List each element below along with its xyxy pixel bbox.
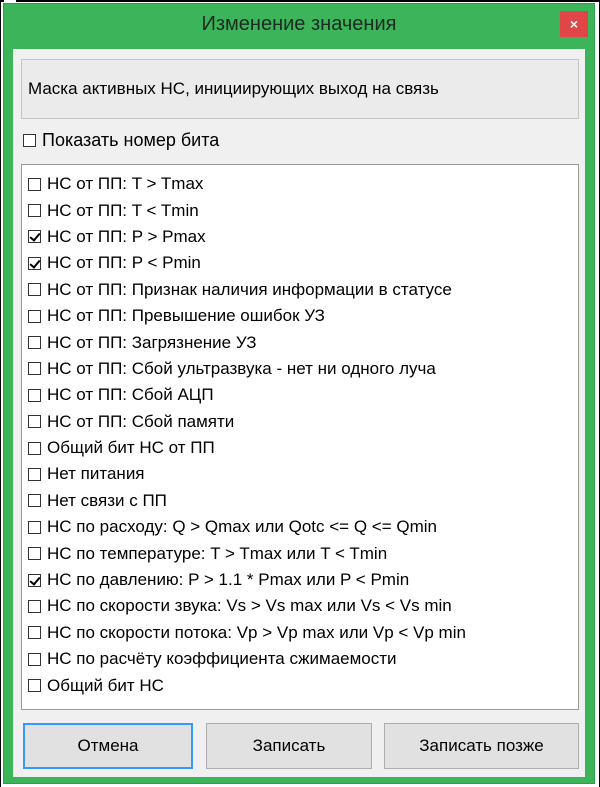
list-item[interactable]: НС по расчёту коэффициента сжимаемости — [22, 646, 578, 672]
checkbox-icon[interactable] — [28, 204, 41, 218]
checkbox-icon[interactable] — [28, 415, 41, 429]
close-icon[interactable]: × — [560, 11, 588, 37]
checkbox-icon[interactable] — [28, 547, 41, 561]
description-box: Маска активных НС, инициирующих выход на… — [21, 59, 579, 119]
checkbox-icon[interactable] — [28, 679, 41, 693]
list-item[interactable]: НС по давлению: P > 1.1 * Pmax или P < P… — [22, 567, 578, 593]
checkbox-icon[interactable] — [28, 441, 41, 455]
screen-edge-top — [0, 0, 600, 2]
list-item[interactable]: НС от ПП: Сбой памяти — [22, 409, 578, 435]
title-bar[interactable]: Изменение значения × — [4, 4, 594, 44]
checkbox-icon[interactable] — [28, 467, 41, 481]
list-item[interactable]: НС от ПП: T < Tmin — [22, 197, 578, 223]
list-item-label: Общий бит НС — [47, 675, 164, 695]
checkbox-icon[interactable] — [28, 520, 41, 534]
show-bit-number-checkbox[interactable]: Показать номер бита — [23, 129, 219, 151]
list-item[interactable]: Нет питания — [22, 461, 578, 487]
list-item[interactable]: НС от ПП: P > Pmax — [22, 224, 578, 250]
list-item-label: НС от ПП: P > Pmax — [47, 226, 206, 246]
cancel-button[interactable]: Отмена — [23, 723, 193, 769]
list-item[interactable]: НС от ПП: Признак наличия информации в с… — [22, 277, 578, 303]
window-title: Изменение значения — [201, 13, 397, 35]
checked-checkbox-icon[interactable] — [28, 230, 41, 244]
list-item-label: НС по расчёту коэффициента сжимаемости — [47, 649, 397, 669]
list-item-label: НС по скорости звука: Vs > Vs max или Vs… — [47, 596, 452, 616]
list-item[interactable]: НС от ПП: Загрязнение УЗ — [22, 329, 578, 355]
checkbox-icon[interactable] — [23, 133, 36, 147]
list-item[interactable]: НС по температуре: T > Tmax или T < Tmin — [22, 540, 578, 566]
list-item[interactable]: НС по расходу: Q > Qmax или Qotc <= Q <=… — [22, 514, 578, 540]
list-item[interactable]: Общий бит НС от ПП — [22, 435, 578, 461]
list-item-label: НС по расходу: Q > Qmax или Qotc <= Q <=… — [47, 517, 437, 537]
dialog-body: Маска активных НС, инициирующих выход на… — [13, 49, 585, 777]
checkbox-icon[interactable] — [28, 309, 41, 323]
list-item-label: НС по давлению: P > 1.1 * Pmax или P < P… — [47, 570, 410, 590]
list-item[interactable]: НС по скорости звука: Vs > Vs max или Vs… — [22, 593, 578, 619]
list-item[interactable]: НС от ПП: T > Tmax — [22, 171, 578, 197]
list-item-label: НС от ПП: T < Tmin — [47, 200, 199, 220]
checkbox-icon[interactable] — [28, 652, 41, 666]
list-item[interactable]: НС от ПП: Превышение ошибок УЗ — [22, 303, 578, 329]
checkbox-icon[interactable] — [28, 283, 41, 297]
screen-edge-left — [0, 0, 1, 787]
show-bit-number-label: Показать номер бита — [42, 129, 220, 150]
list-item-label: НС по скорости потока: Vp > Vp max или V… — [47, 622, 466, 642]
list-item-label: Нет питания — [47, 464, 145, 484]
list-item-label: Нет связи с ПП — [47, 490, 167, 510]
checkbox-icon[interactable] — [28, 177, 41, 191]
checked-checkbox-icon[interactable] — [28, 256, 41, 270]
save-later-button[interactable]: Записать позже — [384, 723, 579, 769]
list-item-label: НС от ПП: Сбой АЦП — [47, 385, 214, 405]
list-item-label: НС от ПП: Превышение ошибок УЗ — [47, 306, 325, 326]
checkbox-icon[interactable] — [28, 626, 41, 640]
list-item[interactable]: НС от ПП: Сбой ультразвука - нет ни одно… — [22, 356, 578, 382]
save-button[interactable]: Записать — [206, 723, 372, 769]
checkbox-icon[interactable] — [28, 388, 41, 402]
checkbox-icon[interactable] — [28, 494, 41, 508]
flags-checklist[interactable]: НС от ПП: T > Tmax НС от ПП: T < Tmin НС о… — [21, 164, 579, 710]
checkbox-icon[interactable] — [28, 362, 41, 376]
list-item-label: НС от ПП: Загрязнение УЗ — [47, 332, 257, 352]
list-item[interactable]: Нет связи с ПП — [22, 488, 578, 514]
dialog-window: Изменение значения × Маска активных НС, … — [3, 3, 595, 784]
checkbox-icon[interactable] — [28, 599, 41, 613]
list-item-label: НС от ПП: Сбой памяти — [47, 411, 235, 431]
checkbox-icon[interactable] — [28, 336, 41, 350]
list-item-label: НС по температуре: T > Tmax или T < Tmin — [47, 543, 388, 563]
list-item-label: Общий бит НС от ПП — [47, 438, 215, 458]
list-item-label: НС от ПП: T > Tmax — [47, 174, 204, 194]
screen-edge-gap — [4, 0, 16, 2]
list-item-label: НС от ПП: Признак наличия информации в с… — [47, 279, 452, 299]
list-item[interactable]: НС от ПП: P < Pmin — [22, 250, 578, 276]
checked-checkbox-icon[interactable] — [28, 573, 41, 587]
list-item-label: НС от ПП: P < Pmin — [47, 253, 201, 273]
list-item[interactable]: НС по скорости потока: Vp > Vp max или V… — [22, 620, 578, 646]
button-row: Отмена Записать Записать позже — [23, 723, 579, 771]
list-item-label: НС от ПП: Сбой ультразвука - нет ни одно… — [47, 358, 436, 378]
list-item[interactable]: Общий бит НС — [22, 672, 578, 698]
list-item[interactable]: НС от ПП: Сбой АЦП — [22, 382, 578, 408]
